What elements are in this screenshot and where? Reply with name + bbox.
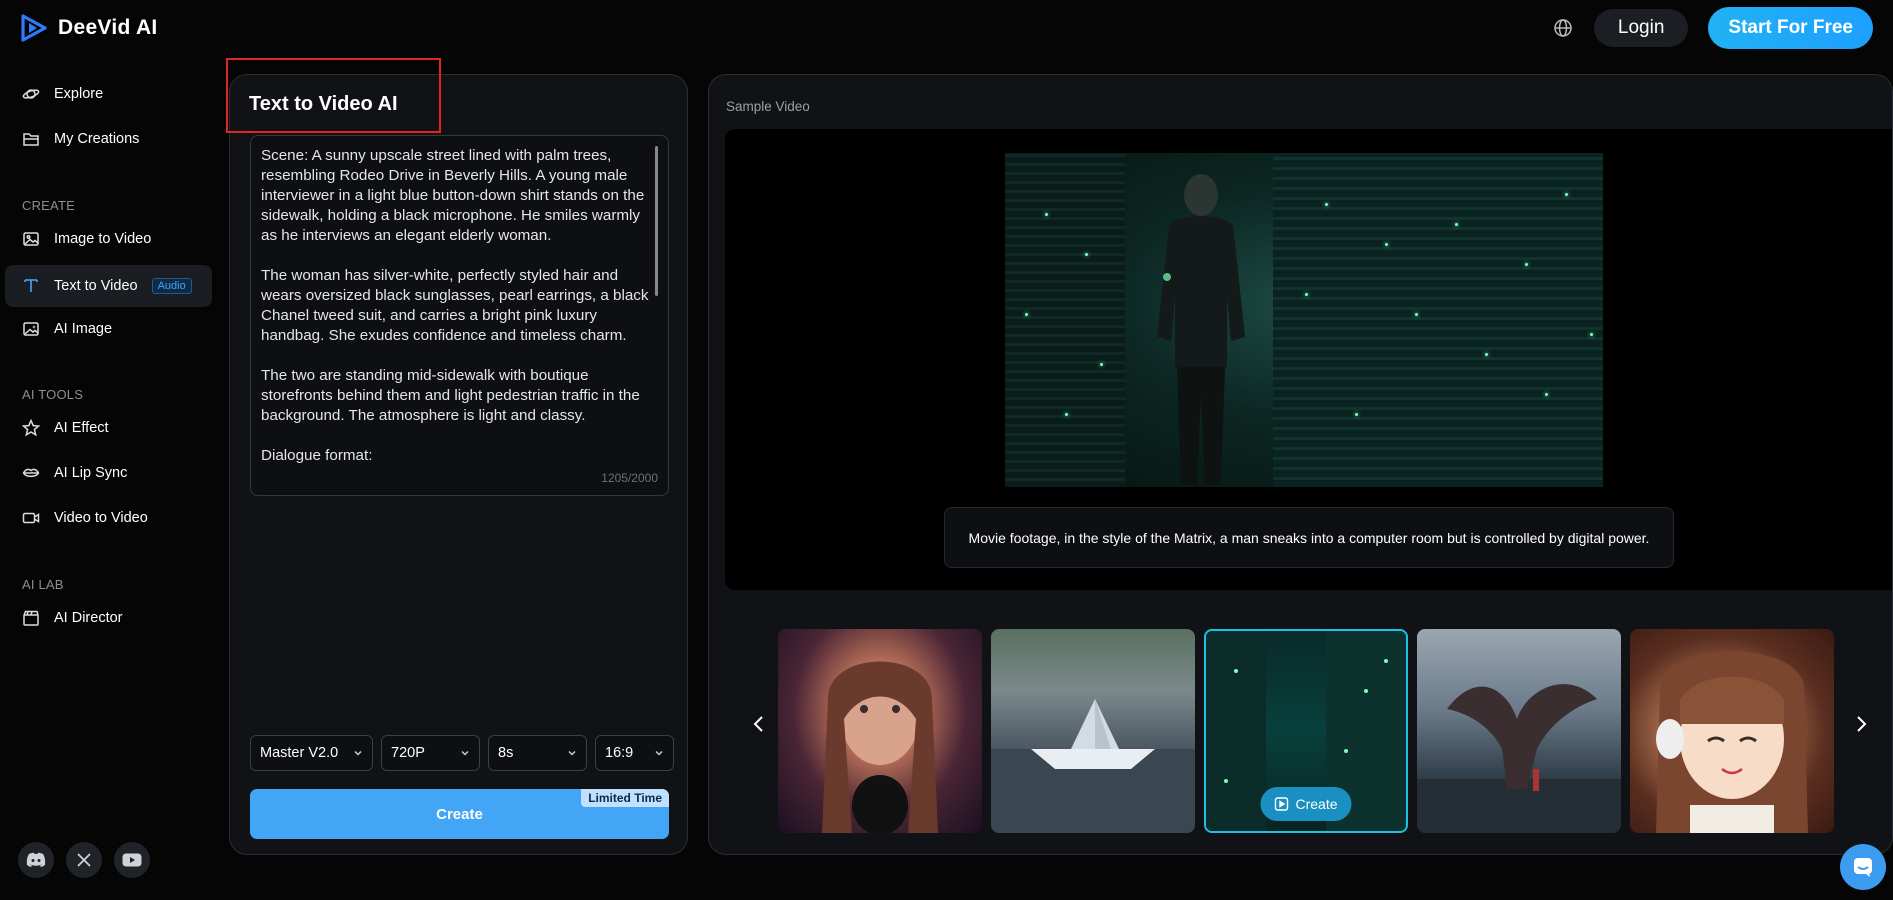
chevron-down-icon (568, 750, 576, 756)
create-button-label: Create (436, 805, 483, 823)
paper-boat-image (991, 699, 1195, 833)
section-create-label: CREATE (22, 198, 75, 213)
text-t-icon (22, 277, 40, 295)
chat-icon (1854, 858, 1872, 877)
sidebar-item-ai-effect[interactable]: AI Effect (5, 407, 212, 449)
start-for-free-button[interactable]: Start For Free (1708, 7, 1873, 49)
server-rack-right (1273, 153, 1603, 487)
sidebar-item-image-to-video[interactable]: Image to Video (5, 218, 212, 260)
sidebar-item-label: AI Image (54, 321, 113, 337)
language-globe-icon[interactable] (1552, 17, 1574, 39)
sample-thumbnail[interactable] (1417, 629, 1621, 833)
section-ai-lab-label: AI LAB (22, 577, 64, 592)
title-highlight-annotation (226, 58, 441, 133)
thumbnail-create-button[interactable]: Create (1260, 787, 1352, 821)
server-rack-left (1005, 153, 1125, 487)
sidebar: Explore My Creations CREATE Image to Vid… (0, 56, 220, 900)
play-icon (1274, 797, 1289, 811)
sidebar-item-label: Explore (54, 86, 104, 102)
duration-value: 8s (498, 745, 514, 761)
duration-select[interactable]: 8s (488, 735, 587, 771)
image-icon (22, 230, 40, 248)
sidebar-item-ai-image[interactable]: AI Image (5, 308, 212, 350)
options-row: Master V2.0 720P 8s 16:9 (250, 735, 674, 771)
sidebar-item-label: Text to Video (54, 278, 138, 294)
top-bar: DeeVid AI Login Start For Free (0, 0, 1893, 56)
sidebar-item-explore[interactable]: Explore (5, 73, 212, 115)
discord-icon[interactable] (18, 842, 54, 878)
sidebar-item-ai-lip-sync[interactable]: AI Lip Sync (5, 452, 212, 494)
anime-girl-image (1656, 651, 1808, 833)
model-select[interactable]: Master V2.0 (250, 735, 373, 771)
prompt-textarea[interactable]: Scene: A sunny upscale street lined with… (250, 135, 669, 496)
chevron-down-icon (461, 750, 469, 756)
youtube-icon[interactable] (114, 842, 150, 878)
chevron-right-icon[interactable] (1851, 714, 1871, 734)
video-player[interactable]: Movie footage, in the style of the Matri… (725, 129, 1892, 590)
audio-badge: Audio (151, 278, 192, 294)
aspect-ratio-value: 16:9 (605, 745, 634, 761)
dragon-image (1417, 684, 1621, 833)
sidebar-item-label: My Creations (54, 131, 140, 147)
ai-image-icon (22, 320, 40, 338)
social-links (18, 842, 150, 878)
editor-panel: Text to Video AI Scene: A sunny upscale … (229, 74, 688, 855)
sidebar-item-video-to-video[interactable]: Video to Video (5, 497, 212, 539)
section-ai-tools-label: AI TOOLS (22, 387, 84, 402)
sidebar-item-label: Image to Video (54, 231, 152, 247)
sidebar-item-text-to-video[interactable]: Text to Video Audio (5, 265, 212, 307)
resolution-value: 720P (391, 745, 425, 761)
login-button[interactable]: Login (1593, 9, 1689, 47)
sample-carousel: Create (749, 619, 1889, 833)
thumbnail-create-label: Create (1295, 796, 1338, 812)
top-actions: Login Start For Free (1552, 7, 1873, 49)
video-camera-icon (22, 509, 40, 527)
planet-icon (22, 85, 40, 103)
x-twitter-icon[interactable] (66, 842, 102, 878)
resolution-select[interactable]: 720P (381, 735, 480, 771)
model-value: Master V2.0 (260, 745, 339, 761)
scrollbar-thumb[interactable] (655, 146, 658, 296)
deevid-logo-icon (21, 14, 47, 42)
sidebar-item-label: Video to Video (54, 510, 148, 526)
sample-video-label: Sample Video (726, 99, 810, 114)
sidebar-item-ai-director[interactable]: AI Director (5, 597, 212, 639)
limited-time-badge: Limited Time (581, 789, 669, 807)
folder-icon (22, 130, 40, 148)
chevron-down-icon (655, 750, 663, 756)
video-caption: Movie footage, in the style of the Matri… (944, 507, 1674, 568)
sample-thumbnail[interactable] (778, 629, 982, 833)
chat-support-button[interactable] (1840, 844, 1886, 890)
char-counter: 1205/2000 (601, 471, 658, 485)
create-button[interactable]: Create Limited Time (250, 789, 669, 839)
star-icon (22, 419, 40, 437)
sample-video-frame[interactable] (1005, 153, 1603, 487)
sidebar-item-my-creations[interactable]: My Creations (5, 118, 212, 160)
sample-thumbnail[interactable] (991, 629, 1195, 833)
clapperboard-icon (22, 609, 40, 627)
sidebar-item-label: AI Director (54, 610, 123, 626)
brand-name: DeeVid AI (58, 16, 158, 39)
sample-panel: Sample Video Movie footage, in the style… (708, 74, 1893, 855)
sidebar-item-label: AI Lip Sync (54, 465, 128, 481)
brand[interactable]: DeeVid AI (20, 14, 158, 42)
lips-icon (22, 464, 40, 482)
sample-thumbnail-selected[interactable]: Create (1204, 629, 1408, 833)
chevron-left-icon[interactable] (749, 714, 769, 734)
prompt-text[interactable]: Scene: A sunny upscale street lined with… (261, 146, 653, 472)
sidebar-item-label: AI Effect (54, 420, 109, 436)
chevron-down-icon (354, 750, 362, 756)
sample-thumbnail[interactable] (1630, 629, 1834, 833)
woman-microphone-image (822, 661, 938, 833)
man-silhouette (1157, 174, 1245, 485)
aspect-ratio-select[interactable]: 16:9 (595, 735, 674, 771)
